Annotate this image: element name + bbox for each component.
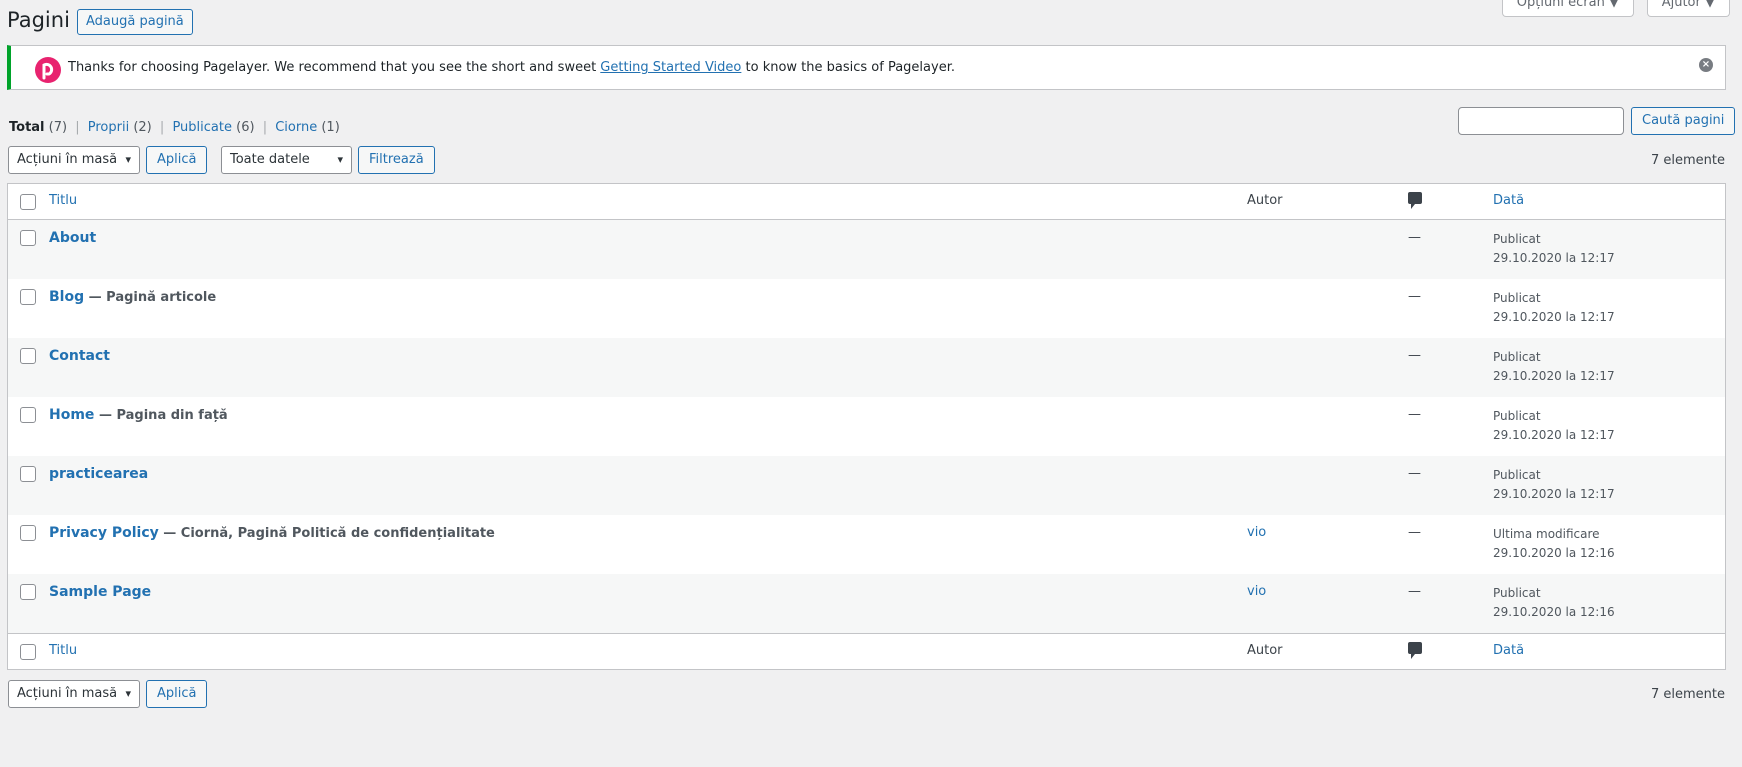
row-checkbox[interactable] [20,289,36,305]
row-post-state: — Ciornă, Pagină Politică de confidenția… [158,526,495,541]
table-row: Home — Pagina din față — Publicat 29.10.2… [8,397,1725,456]
row-date: Ultima modificare 29.10.2020 la 12:16 [1493,527,1615,560]
row-comments: — [1408,466,1421,481]
table-row: Sample Page vio — Publicat 29.10.2020 la … [8,574,1725,633]
row-title-link[interactable]: Sample Page [49,584,151,600]
filter-mine[interactable]: Proprii [88,120,129,135]
row-title-link[interactable]: About [49,230,96,246]
row-comments: — [1408,525,1421,540]
table-row: About — Publicat 29.10.2020 la 12:17 [8,220,1725,279]
page-title: Pagini [7,8,70,32]
row-title-link[interactable]: Privacy Policy [49,525,159,541]
filter-separator: | [75,120,80,135]
help-tab[interactable]: Ajutor ▼ [1646,0,1730,17]
column-author: Autor [1247,193,1283,208]
pages-table: Titlu Autor Dată About — Publicat 29.10.2… [7,183,1726,670]
row-comments: — [1408,230,1421,245]
table-footer: Titlu Autor Dată [8,633,1725,669]
apply-button[interactable]: Aplică [146,146,208,174]
pagelayer-notice: Thanks for choosing Pagelayer. We recomm… [7,45,1726,90]
bulk-actions-select-bottom[interactable]: Acțiuni în masă ▾ [8,680,140,708]
filter-separator: | [159,120,165,135]
dates-select[interactable]: Toate datele ▾ [221,146,352,174]
row-date: Publicat 29.10.2020 la 12:17 [1493,468,1615,501]
table-row: practicearea — Publicat 29.10.2020 la 12:… [8,456,1725,515]
row-date: Publicat 29.10.2020 la 12:17 [1493,350,1615,383]
table-row: Contact — Publicat 29.10.2020 la 12:17 [8,338,1725,397]
dates-value: Toate datele [230,152,310,167]
filter-drafts[interactable]: Ciorne [275,120,317,135]
table-header: Titlu Autor Dată [8,184,1725,220]
getting-started-video-link[interactable]: Getting Started Video [600,60,741,75]
filter-all[interactable]: Total [9,120,45,135]
filter-all-count: (7) [48,120,68,135]
row-title-link[interactable]: Contact [49,348,110,364]
select-all-checkbox[interactable] [20,194,36,210]
row-comments: — [1408,289,1421,304]
table-row: Privacy Policy — Ciornă, Pagină Politică… [8,515,1725,574]
add-new-page-button[interactable]: Adaugă pagină [77,9,193,35]
filter-button[interactable]: Filtrează [358,146,435,174]
bulk-actions-select[interactable]: Acțiuni în masă ▾ [8,146,140,174]
filter-separator: | [262,120,268,135]
row-date: Publicat 29.10.2020 la 12:17 [1493,232,1615,265]
row-comments: — [1408,584,1421,599]
select-all-checkbox-footer[interactable] [20,644,36,660]
chevron-down-icon: ▾ [125,687,131,700]
row-author-link[interactable]: vio [1247,525,1266,540]
bulk-actions-value: Acțiuni în masă [17,686,118,701]
bulk-actions-value: Acțiuni în masă [17,152,118,167]
row-title-link[interactable]: Blog [49,289,84,305]
table-row: Blog — Pagină articole — Publicat 29.10.2… [8,279,1725,338]
row-checkbox[interactable] [20,230,36,246]
comment-bubble-icon[interactable] [1408,192,1422,209]
row-date: Publicat 29.10.2020 la 12:17 [1493,409,1615,442]
column-title-sort-footer[interactable]: Titlu [49,643,77,658]
row-checkbox[interactable] [20,348,36,364]
chevron-down-icon: ▾ [337,153,343,166]
items-count: 7 elemente [1650,153,1725,168]
screen-options-tab[interactable]: Opțiuni ecran ▼ [1501,0,1634,17]
row-checkbox[interactable] [20,407,36,423]
search-pages-input[interactable] [1458,107,1624,135]
row-date: Publicat 29.10.2020 la 12:16 [1493,586,1615,619]
comment-bubble-icon[interactable] [1408,642,1422,659]
column-title-sort[interactable]: Titlu [49,193,77,208]
row-checkbox[interactable] [20,525,36,541]
items-count-bottom: 7 elemente [1650,687,1725,702]
row-checkbox[interactable] [20,584,36,600]
row-comments: — [1408,407,1421,422]
column-date-sort-footer[interactable]: Dată [1493,643,1524,658]
filter-published[interactable]: Publicate [172,120,232,135]
filter-mine-count: (2) [133,120,152,135]
pagelayer-logo-icon [35,57,61,83]
row-title-link[interactable]: practicearea [49,466,148,482]
dismiss-notice-icon[interactable]: × [1699,58,1713,72]
filter-drafts-count: (1) [321,120,340,135]
status-filters: Total (7) | Proprii (2) | Publicate (6) … [9,120,340,135]
row-title-link[interactable]: Home [49,407,94,423]
chevron-down-icon: ▾ [125,153,131,166]
filter-published-count: (6) [236,120,255,135]
row-date: Publicat 29.10.2020 la 12:17 [1493,291,1615,324]
notice-text: Thanks for choosing Pagelayer. We recomm… [68,60,955,75]
row-post-state: — Pagina din față [94,408,228,423]
column-date-sort[interactable]: Dată [1493,193,1524,208]
row-post-state: — Pagină articole [84,290,217,305]
row-comments: — [1408,348,1421,363]
column-author-footer: Autor [1247,643,1283,658]
row-author-link[interactable]: vio [1247,584,1266,599]
row-checkbox[interactable] [20,466,36,482]
apply-button-bottom[interactable]: Aplică [146,680,208,708]
search-pages-button[interactable]: Caută pagini [1631,107,1736,135]
